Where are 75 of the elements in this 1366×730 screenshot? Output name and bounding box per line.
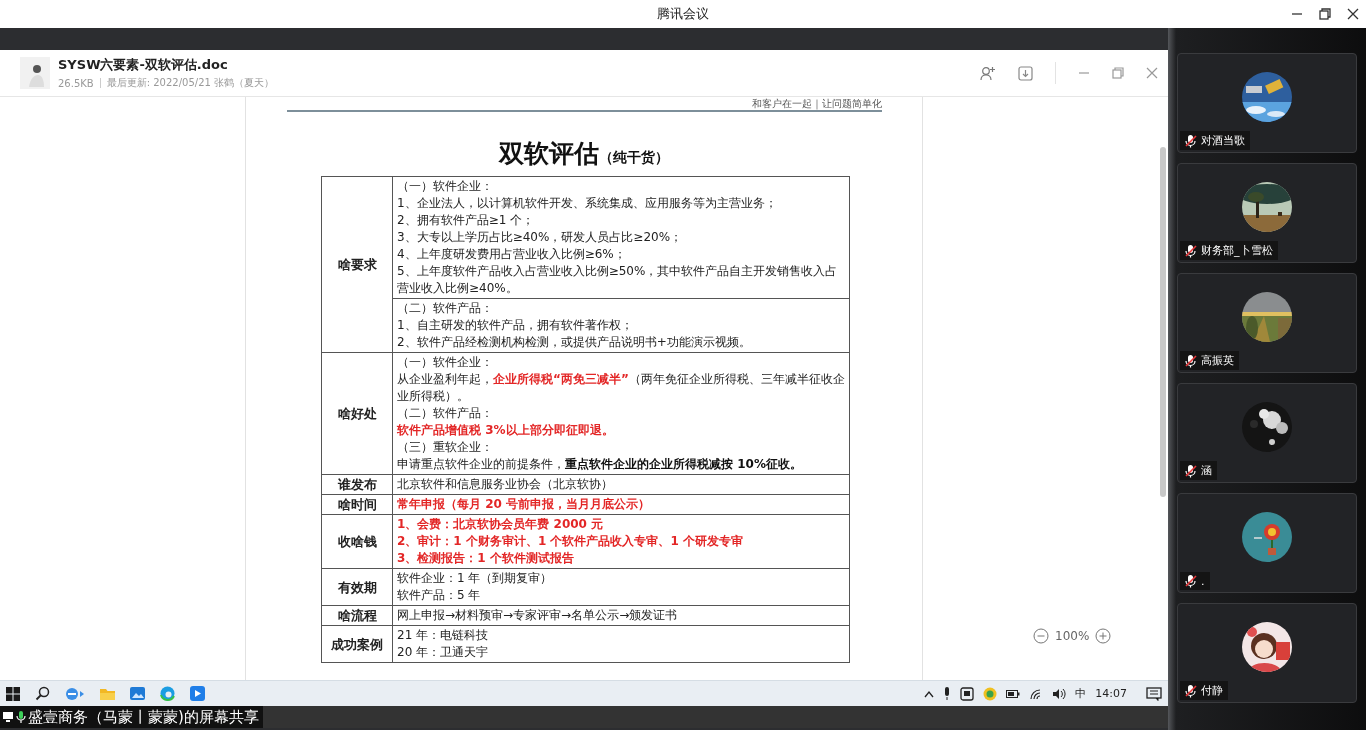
cell-text: 2、软件产品经检测机构检测，或提供产品说明书+功能演示视频。 (397, 334, 752, 351)
windows-start-icon[interactable] (6, 686, 20, 701)
file-thumbnail (20, 57, 50, 89)
cell-text: 20 年：卫通天宇 (397, 644, 490, 661)
download-icon[interactable] (1018, 65, 1033, 81)
file-size: 26.5KB (58, 77, 94, 89)
cell-text: （二）软件产品： (397, 300, 494, 317)
cell-text: （三）重软企业： (397, 439, 494, 456)
zoom-out-icon[interactable] (1033, 628, 1049, 644)
row-label: 收啥钱 (337, 534, 377, 549)
clock-time[interactable]: 14:07 (1095, 687, 1127, 700)
photos-icon[interactable] (130, 687, 145, 700)
participant-name: 涵 (1201, 463, 1212, 478)
participant-tile[interactable]: 付静 (1177, 603, 1357, 703)
participant-tile[interactable]: 财务部_卜雪松 (1177, 163, 1357, 263)
cell-text: 3、检测报告：1 个软件测试报告 (397, 550, 575, 567)
volume-icon[interactable] (1052, 687, 1067, 700)
row-label: 啥好处 (337, 406, 377, 421)
cell-text: 3、大专以上学历占比≥40%，研发人员占比≥20%； (397, 229, 684, 246)
cell-text: 北京软件和信息服务业协会（北京软协） (397, 476, 614, 493)
cell-text: 软件企业：1 年（到期复审） (397, 570, 554, 587)
cell-text: 1、会费：北京软协会员年费 2000 元 (397, 516, 605, 533)
row-label: 有效期 (337, 579, 377, 595)
row-label: 啥流程 (337, 608, 377, 623)
document-title: 双软评估 (499, 138, 599, 170)
cell-text: 2、拥有软件产品≥1 个； (397, 212, 536, 229)
scrollbar-thumb[interactable] (1160, 147, 1166, 497)
close-icon[interactable] (1346, 7, 1360, 21)
cell-text: 从企业盈利年起，企业所得税“两免三减半”（两年免征企业所得税、三年减半征收企业所得税）。 (397, 371, 845, 405)
header-slogan: 和客户在一起｜让问题简单化 (752, 98, 882, 110)
app-icon[interactable] (190, 686, 205, 701)
window-title: 腾讯会议 (657, 5, 709, 23)
restore-icon[interactable] (1318, 7, 1332, 21)
add-user-icon[interactable] (980, 65, 996, 81)
cell-text: 软件产品增值税 3%以上部分即征即退。 (397, 422, 615, 439)
participant-name: . (1201, 574, 1205, 588)
row-label: 啥时间 (337, 497, 377, 512)
last-updated: 最后更新: 2022/05/21 张鹤（夏天） (106, 76, 275, 90)
participant-tile[interactable]: . (1177, 493, 1357, 593)
cell-text: 5、上年度软件产品收入占营业收入比例≥50%，其中软件产品自主开发销售收入占营业收入比例≥40%。 (397, 263, 839, 297)
cell-text: 软件产品：5 年 (397, 587, 482, 604)
participant-name: 高振英 (1201, 353, 1234, 368)
cell-text: （二）软件产品： (397, 405, 494, 422)
participant-tile[interactable]: 涵 (1177, 383, 1357, 483)
participant-tile[interactable]: 高振英 (1177, 273, 1357, 373)
cell-text: （一）软件企业： (397, 178, 494, 195)
search-icon[interactable] (35, 686, 50, 701)
participant-name: 对酒当歌 (1201, 133, 1245, 148)
participant-name: 付静 (1201, 683, 1223, 698)
participant-tile[interactable]: 对酒当歌 (1177, 53, 1357, 153)
cell-text: 网上申报→材料预审→专家评审→名单公示→颁发证书 (397, 607, 679, 624)
row-label: 谁发布 (337, 477, 377, 492)
document-subtitle: （纯干货） (599, 149, 669, 167)
cell-text: 1、企业法人，以计算机软件开发、系统集成、应用服务等为主营业务； (397, 195, 778, 212)
input-method-indicator[interactable]: 中 (1075, 686, 1087, 701)
screen-icon[interactable] (960, 686, 975, 701)
screen-share-label: 盛壹商务（马蒙丨蒙蒙)的屏幕共享 (28, 707, 259, 727)
chevron-up-icon[interactable] (924, 689, 935, 698)
zoom-level: 100% (1055, 629, 1090, 643)
participant-name: 财务部_卜雪松 (1201, 243, 1273, 258)
cell-text: 常年申报（每月 20 号前申报，当月月底公示） (397, 496, 652, 513)
screen-share-icon (2, 711, 14, 723)
cell-text: 1、自主研发的软件产品，拥有软件著作权； (397, 317, 634, 334)
notification-icon[interactable] (1146, 686, 1162, 701)
row-label: 成功案例 (331, 636, 383, 652)
cell-text: （一）软件企业： (397, 354, 494, 371)
zoom-in-icon[interactable] (1095, 628, 1112, 644)
row-label: 啥要求 (337, 257, 377, 272)
battery-icon[interactable] (1006, 688, 1021, 699)
cell-text: 21 年：电链科技 (397, 627, 490, 644)
cell-text: 申请重点软件企业的前提条件，重点软件企业的企业所得税减按 10%征收。 (397, 456, 803, 473)
cell-text: 2、审计：1 个财务审计、1 个软件产品收入专审、1 个研发专审 (397, 533, 744, 550)
browser-icon[interactable] (65, 686, 85, 701)
file-name: SYSW六要素-双软评估.doc (58, 56, 229, 74)
cell-text: 4、上年度研发费用占营业收入比例≥6%； (397, 246, 627, 263)
